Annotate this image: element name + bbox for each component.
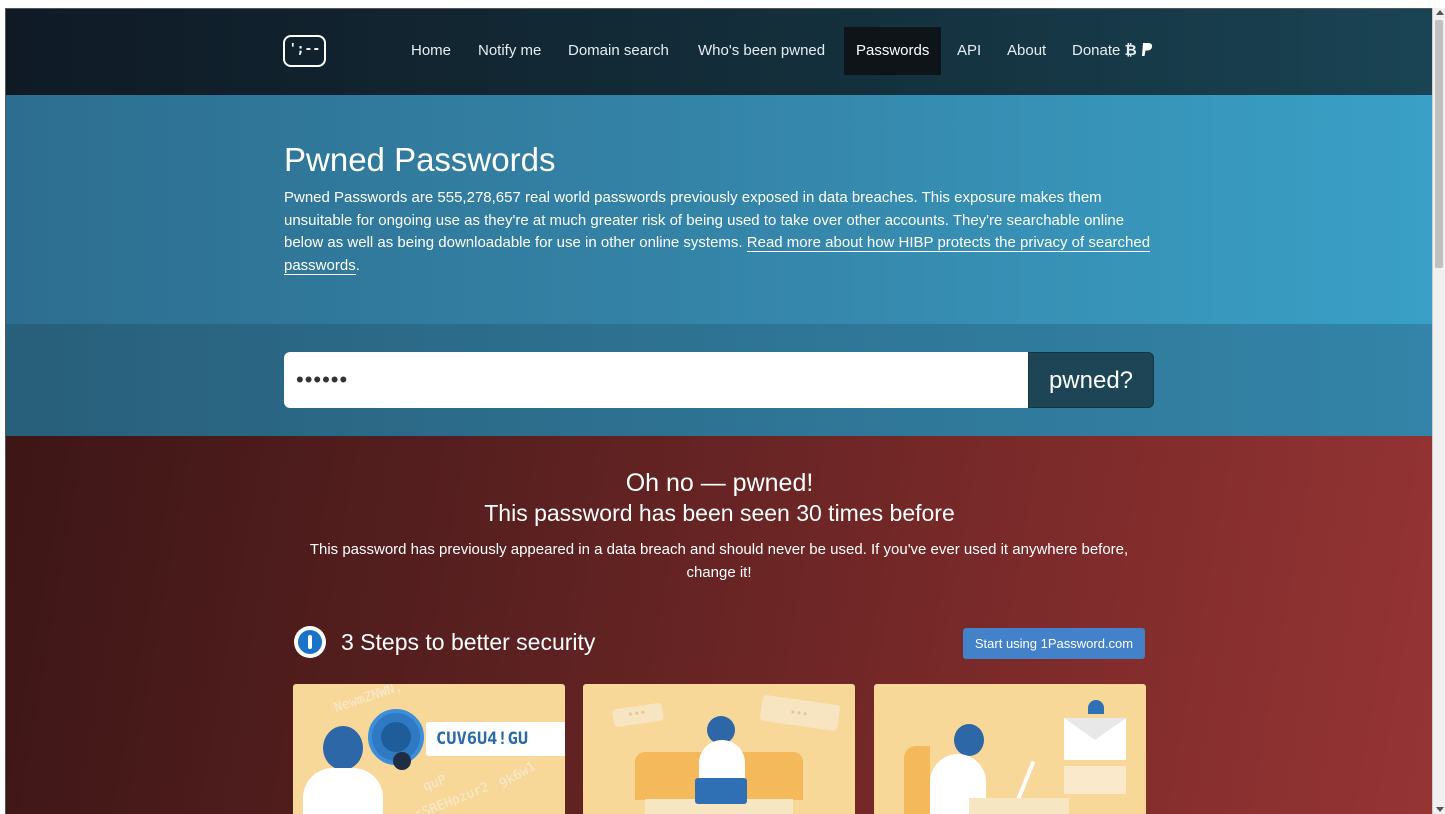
scroll-thumb[interactable] (1435, 20, 1443, 268)
nav-domain-search[interactable]: Domain search (556, 27, 681, 75)
nav-donate-label: Donate (1072, 42, 1121, 59)
step-card-vault: ••• ••• (583, 684, 855, 814)
nav-about[interactable]: About (995, 27, 1058, 75)
password-input[interactable]: •••••• (284, 352, 1029, 408)
nav-home[interactable]: Home (399, 27, 463, 75)
alarm-icon (1088, 700, 1104, 714)
page-title: Pwned Passwords (284, 141, 556, 178)
envelope-icon (1064, 718, 1126, 760)
person-head (954, 724, 984, 756)
laptop-screen (1016, 760, 1036, 800)
scroll-down-arrow-icon[interactable] (1436, 807, 1444, 812)
result-section: Oh no — pwned! This password has been se… (6, 436, 1432, 814)
bitcoin-icon: ₿ (1124, 42, 1137, 59)
hero-description-end: . (355, 256, 360, 274)
chat-bubble-left: ••• (611, 702, 665, 728)
chair-illustration (904, 746, 930, 814)
top-navbar: ';-- Home Notify me Domain search Who's … (6, 9, 1432, 95)
result-count: This password has been seen 30 times bef… (484, 500, 955, 526)
vertical-scrollbar[interactable] (1432, 8, 1445, 814)
person-body (303, 768, 383, 814)
hero-description: Pwned Passwords are 555,278,657 real wor… (284, 187, 1159, 277)
laptop-icon (695, 778, 747, 804)
scroll-up-arrow-icon[interactable] (1436, 10, 1444, 15)
browser-viewport: ';-- Home Notify me Domain search Who's … (5, 8, 1432, 814)
hibp-logo[interactable]: ';-- (283, 35, 326, 67)
notification-glow (1064, 766, 1126, 794)
desk-illustration (969, 798, 1069, 814)
result-heading: Oh no — pwned! (625, 469, 814, 497)
nav-whos-been-pwned[interactable]: Who's been pwned (686, 27, 837, 75)
result-message: This password has previously appeared in… (309, 541, 1129, 581)
step-card-alerts (874, 684, 1146, 814)
pwned-button[interactable]: pwned? (1028, 352, 1154, 408)
generated-password: CUV6U4!GU (426, 722, 565, 756)
hero-section: Pwned Passwords Pwned Passwords are 555,… (6, 95, 1432, 324)
start-1password-button[interactable]: Start using 1Password.com (963, 628, 1145, 659)
onepassword-icon (294, 626, 326, 658)
chat-bubble-right: ••• (759, 694, 841, 732)
person-head (323, 726, 363, 770)
steps-title: 3 Steps to better security (341, 629, 596, 655)
step-card-generate: NewmZNWN, sSREHpzur2 9k6w1 quP CUV6U4!GU (293, 684, 565, 814)
card1-ring-text-3: 9k6w1 (496, 759, 539, 792)
paypal-icon (1141, 43, 1153, 56)
nav-donate[interactable]: Donate ₿ (1060, 27, 1165, 75)
search-section: •••••• pwned? (6, 324, 1432, 436)
person-hand (393, 752, 411, 770)
nav-notify-me[interactable]: Notify me (466, 27, 553, 75)
nav-passwords[interactable]: Passwords (844, 27, 942, 75)
card1-ring-text-4: quP (421, 772, 449, 795)
nav-api[interactable]: API (945, 27, 993, 75)
